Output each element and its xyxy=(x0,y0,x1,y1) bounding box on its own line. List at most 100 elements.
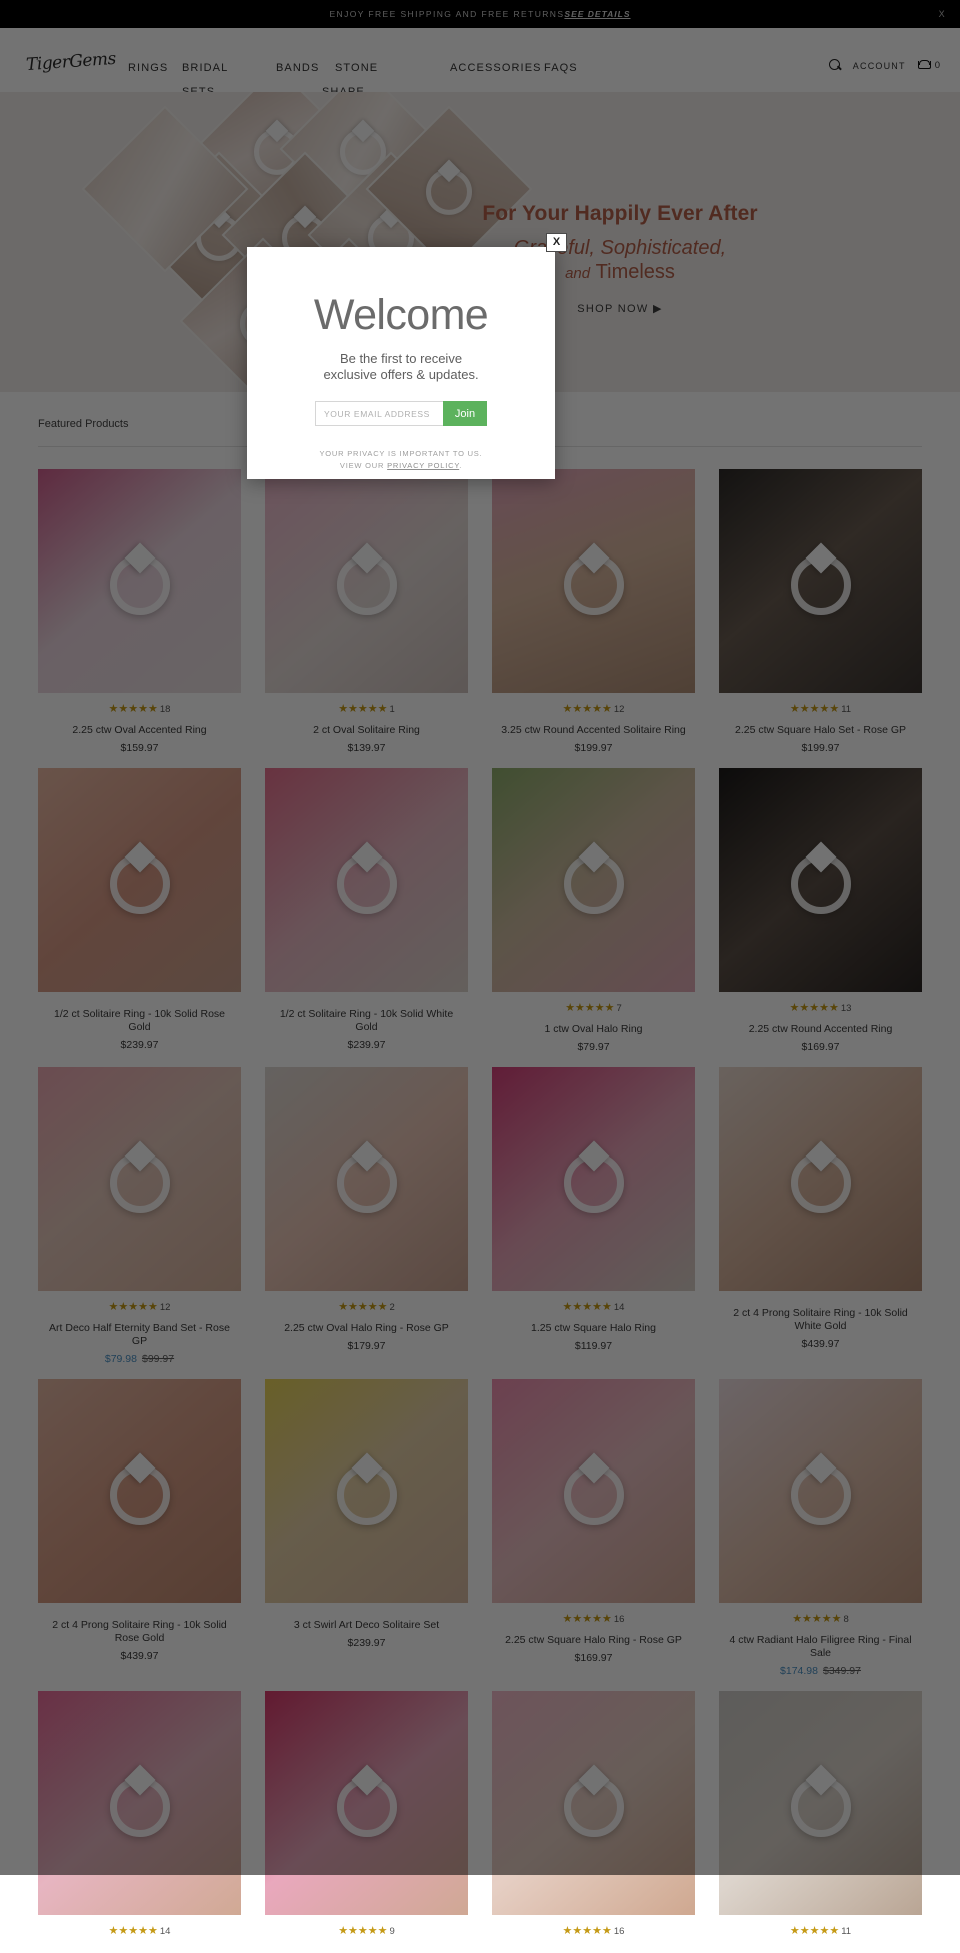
product-image[interactable] xyxy=(492,1067,695,1291)
regular-price: $119.97 xyxy=(574,1340,613,1352)
product-image[interactable] xyxy=(38,1691,241,1915)
product-image[interactable] xyxy=(265,469,468,693)
see-details-link[interactable]: SEE DETAILS xyxy=(564,9,630,19)
product-image[interactable] xyxy=(719,469,922,693)
product-title[interactable]: 2 ct 4 Prong Solitaire Ring - 10k Solid … xyxy=(38,1619,241,1645)
nav-item-bridal[interactable]: BRIDAL xyxy=(182,61,276,75)
product-rating[interactable]: ★★★★★ 2 xyxy=(265,1300,468,1315)
product-card[interactable]: ★★★★★ 11 xyxy=(719,1691,922,1939)
product-card[interactable]: ★★★★★ 14 xyxy=(38,1691,241,1939)
email-input[interactable] xyxy=(315,401,443,426)
regular-price: $239.97 xyxy=(120,1039,159,1051)
product-card[interactable]: ★★★★★ 16 xyxy=(492,1691,695,1939)
privacy-policy-link[interactable]: PRIVACY POLICY xyxy=(387,461,459,470)
product-rating[interactable]: ★★★★★ 7 xyxy=(492,1001,695,1016)
account-link[interactable]: ACCOUNT xyxy=(853,61,906,71)
product-image[interactable] xyxy=(719,1691,922,1915)
product-image[interactable] xyxy=(265,1067,468,1291)
product-image[interactable] xyxy=(38,1067,241,1291)
product-card[interactable]: ★★★★★ 2 2.25 ctw Oval Halo Ring - Rose GP $… xyxy=(265,1067,468,1365)
product-card[interactable]: 2 ct 4 Prong Solitaire Ring - 10k Solid … xyxy=(719,1067,922,1365)
product-card[interactable]: ★★★★★ 11 2.25 ctw Square Halo Set - Rose G… xyxy=(719,469,922,754)
star-icon: ★★★★★ xyxy=(338,1301,388,1313)
product-title[interactable]: 2 ct Oval Solitaire Ring xyxy=(265,724,468,737)
nav-item-stone[interactable]: STONE xyxy=(335,61,435,75)
product-rating[interactable]: ★★★★★ 16 xyxy=(492,1612,695,1627)
product-image[interactable] xyxy=(265,1691,468,1915)
product-rating[interactable]: ★★★★★ 1 xyxy=(265,702,468,717)
product-title[interactable]: 2.25 ctw Square Halo Ring - Rose GP xyxy=(492,1634,695,1647)
review-count: 9 xyxy=(389,1926,395,1937)
product-rating[interactable]: ★★★★★ 11 xyxy=(719,702,922,717)
product-title[interactable]: 2.25 ctw Oval Accented Ring xyxy=(38,724,241,737)
regular-price: $439.97 xyxy=(120,1650,159,1662)
nav-item-rings[interactable]: RINGS xyxy=(128,61,167,75)
review-count: 18 xyxy=(159,704,171,715)
join-button[interactable]: Join xyxy=(443,401,487,426)
product-card[interactable]: ★★★★★ 1 2 ct Oval Solitaire Ring $139.97 xyxy=(265,469,468,754)
product-rating[interactable]: ★★★★★ 13 xyxy=(719,1001,922,1016)
product-card[interactable]: ★★★★★ 8 4 ctw Radiant Halo Filigree Ring -… xyxy=(719,1379,922,1677)
product-rating[interactable]: ★★★★★ 12 xyxy=(38,1300,241,1315)
product-title[interactable]: Art Deco Half Eternity Band Set - Rose G… xyxy=(38,1322,241,1348)
product-card[interactable]: ★★★★★ 9 xyxy=(265,1691,468,1939)
product-image[interactable] xyxy=(38,469,241,693)
product-image[interactable] xyxy=(38,768,241,992)
product-rating[interactable]: ★★★★★ 9 xyxy=(265,1924,468,1939)
product-card[interactable]: ★★★★★ 13 2.25 ctw Round Accented Ring $169.… xyxy=(719,768,922,1053)
product-rating[interactable]: ★★★★★ 16 xyxy=(492,1924,695,1939)
product-title[interactable]: 3 ct Swirl Art Deco Solitaire Set xyxy=(265,1619,468,1632)
product-title[interactable]: 1/2 ct Solitaire Ring - 10k Solid White … xyxy=(265,1008,468,1034)
site-logo[interactable]: TigerGems xyxy=(25,49,116,75)
product-card[interactable]: ★★★★★ 12 Art Deco Half Eternity Band Set -… xyxy=(38,1067,241,1365)
product-image[interactable] xyxy=(38,1379,241,1603)
product-image[interactable] xyxy=(265,1379,468,1603)
product-card[interactable]: ★★★★★ 12 3.25 ctw Round Accented Solitaire… xyxy=(492,469,695,754)
product-card[interactable]: 1/2 ct Solitaire Ring - 10k Solid Rose G… xyxy=(38,768,241,1053)
product-image[interactable] xyxy=(492,768,695,992)
product-image[interactable] xyxy=(492,469,695,693)
product-title[interactable]: 3.25 ctw Round Accented Solitaire Ring xyxy=(492,724,695,737)
product-image[interactable] xyxy=(492,1691,695,1915)
product-meta: ★★★★★ 12 Art Deco Half Eternity Band Set -… xyxy=(38,1291,241,1365)
cart-button[interactable]: 0 xyxy=(917,60,940,71)
product-meta: ★★★★★ 2 2.25 ctw Oval Halo Ring - Rose GP $… xyxy=(265,1291,468,1352)
product-price: $239.97 xyxy=(38,1039,241,1051)
product-title[interactable]: 1 ctw Oval Halo Ring xyxy=(492,1023,695,1036)
nav-item-accessories[interactable]: ACCESSORIES xyxy=(450,61,540,75)
product-meta: ★★★★★ 12 3.25 ctw Round Accented Solitaire… xyxy=(492,693,695,754)
page-root: ENJOY FREE SHIPPING AND FREE RETURNS SEE… xyxy=(0,0,960,1953)
nav-item-bands[interactable]: BANDS xyxy=(276,61,322,75)
product-rating[interactable]: ★★★★★ 8 xyxy=(719,1612,922,1627)
original-price: $99.97 xyxy=(142,1353,175,1365)
product-card[interactable]: 1/2 ct Solitaire Ring - 10k Solid White … xyxy=(265,768,468,1053)
announcement-close-icon[interactable]: X xyxy=(939,9,946,19)
product-image[interactable] xyxy=(719,1379,922,1603)
nav-item-faqs[interactable]: FAQS xyxy=(544,61,584,75)
product-title[interactable]: 2.25 ctw Oval Halo Ring - Rose GP xyxy=(265,1322,468,1335)
product-title[interactable]: 2 ct 4 Prong Solitaire Ring - 10k Solid … xyxy=(719,1307,922,1333)
product-rating[interactable]: ★★★★★ 11 xyxy=(719,1924,922,1939)
product-title[interactable]: 1.25 ctw Square Halo Ring xyxy=(492,1322,695,1335)
product-image[interactable] xyxy=(265,768,468,992)
product-rating[interactable]: ★★★★★ 12 xyxy=(492,702,695,717)
product-card[interactable]: 3 ct Swirl Art Deco Solitaire Set $239.97 xyxy=(265,1379,468,1677)
product-title[interactable]: 4 ctw Radiant Halo Filigree Ring - Final… xyxy=(719,1634,922,1660)
product-rating[interactable]: ★★★★★ 18 xyxy=(38,702,241,717)
product-title[interactable]: 1/2 ct Solitaire Ring - 10k Solid Rose G… xyxy=(38,1008,241,1034)
product-image[interactable] xyxy=(719,1067,922,1291)
product-card[interactable]: 2 ct 4 Prong Solitaire Ring - 10k Solid … xyxy=(38,1379,241,1677)
product-card[interactable]: ★★★★★ 7 1 ctw Oval Halo Ring $79.97 xyxy=(492,768,695,1053)
product-card[interactable]: ★★★★★ 18 2.25 ctw Oval Accented Ring $159.9… xyxy=(38,469,241,754)
product-title[interactable]: 2.25 ctw Square Halo Set - Rose GP xyxy=(719,724,922,737)
product-rating[interactable]: ★★★★★ 14 xyxy=(492,1300,695,1315)
modal-close-button[interactable]: X xyxy=(546,233,567,252)
product-image[interactable] xyxy=(492,1379,695,1603)
product-image[interactable] xyxy=(719,768,922,992)
product-title[interactable]: 2.25 ctw Round Accented Ring xyxy=(719,1023,922,1036)
product-card[interactable]: ★★★★★ 14 1.25 ctw Square Halo Ring $119.97 xyxy=(492,1067,695,1365)
ring-graphic xyxy=(790,555,851,616)
product-rating[interactable]: ★★★★★ 14 xyxy=(38,1924,241,1939)
product-card[interactable]: ★★★★★ 16 2.25 ctw Square Halo Ring - Rose … xyxy=(492,1379,695,1677)
search-icon[interactable] xyxy=(828,59,842,72)
